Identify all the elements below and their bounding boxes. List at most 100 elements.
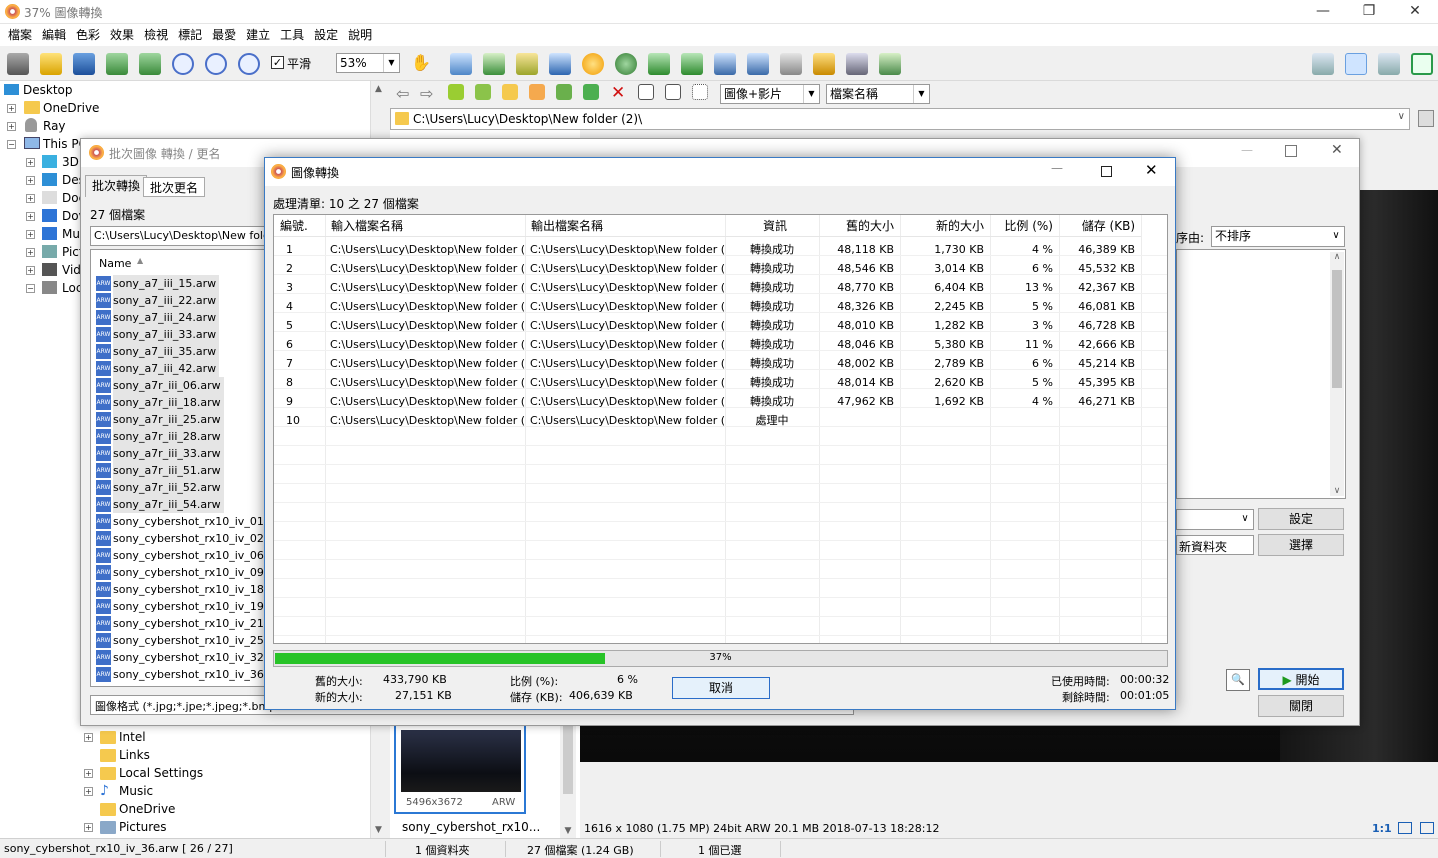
back-icon[interactable]: ⇦ <box>396 84 409 103</box>
print-icon[interactable] <box>846 53 868 75</box>
expand-toggle[interactable]: + <box>26 194 35 203</box>
smooth-checkbox[interactable]: ✓ <box>271 56 284 69</box>
maximize-button[interactable] <box>1285 145 1297 157</box>
menu-item-7[interactable]: 建立 <box>241 24 275 46</box>
zoom-ratio[interactable]: 1:1 <box>1372 822 1392 835</box>
close-button[interactable]: ✕ <box>1331 142 1343 158</box>
fullscreen-small-icon[interactable] <box>1420 822 1434 834</box>
up-folder-icon[interactable] <box>448 84 464 100</box>
grid-column-header[interactable]: 新的大小 <box>900 215 990 237</box>
output-folder-field[interactable]: 新資料夾 <box>1176 535 1254 555</box>
expand-toggle[interactable]: + <box>26 230 35 239</box>
tree-item[interactable]: Links <box>119 746 150 764</box>
file-list-item[interactable]: sony_a7_iii_15.arw <box>113 275 220 292</box>
thumbnail-item[interactable]: 5496x3672 ARW <box>394 724 526 814</box>
tree-item-ray[interactable]: Ray <box>43 117 66 135</box>
view-thumbs-icon[interactable] <box>1312 53 1334 75</box>
expand-toggle[interactable]: + <box>26 176 35 185</box>
conversion-grid[interactable]: 編號. 輸入檔案名稱 輸出檔案名稱 資訊 舊的大小 新的大小 比例 (%) 儲存 (KB) 1 C… <box>273 214 1168 644</box>
name-column-header[interactable]: Name <box>99 257 131 270</box>
minimize-button[interactable]: — <box>1300 0 1346 24</box>
file-list-item[interactable]: sony_a7r_iii_18.arw <box>113 394 224 411</box>
cancel-button[interactable]: 取消 <box>672 677 770 699</box>
file-list-item[interactable]: sony_cybershot_rx10_iv_19.ar <box>113 598 267 615</box>
grid-column-header[interactable]: 編號. <box>274 215 325 237</box>
expand-toggle[interactable]: − <box>26 284 35 293</box>
file-list-item[interactable]: sony_a7r_iii_25.arw <box>113 411 224 428</box>
grid-column-header[interactable]: 輸入檔案名稱 <box>325 215 525 237</box>
expand-toggle[interactable]: + <box>84 823 93 832</box>
close-button[interactable]: ✕ <box>1392 0 1438 24</box>
scanner-icon[interactable] <box>780 53 802 75</box>
favorite-folder-icon[interactable] <box>529 84 545 100</box>
stamp-icon[interactable] <box>615 53 637 75</box>
tree-item-desktop[interactable]: Desktop <box>4 81 73 99</box>
minimize-button[interactable]: — <box>1241 143 1253 157</box>
grid-column-header[interactable]: 比例 (%) <box>990 215 1059 237</box>
zoom-out-icon[interactable] <box>205 53 227 75</box>
resize-icon[interactable] <box>483 53 505 75</box>
expand-toggle[interactable]: + <box>26 248 35 257</box>
file-list-item[interactable]: sony_a7r_iii_51.arw <box>113 462 224 479</box>
fullscreen-icon[interactable] <box>1411 53 1433 75</box>
file-list-item[interactable]: sony_a7r_iii_52.arw <box>113 479 224 496</box>
sort-order-select[interactable]: 不排序 ∨ <box>1211 226 1345 247</box>
copy-to-icon[interactable] <box>556 84 572 100</box>
zoom-in-icon[interactable] <box>172 53 194 75</box>
refresh-icon[interactable] <box>475 84 491 100</box>
menu-item-3[interactable]: 效果 <box>105 24 139 46</box>
expand-toggle[interactable]: + <box>26 158 35 167</box>
tree-item[interactable]: OneDrive <box>119 800 175 818</box>
file-list-item[interactable]: sony_a7r_iii_54.arw <box>113 496 224 513</box>
options-scrollbar[interactable]: ∧ ∨ <box>1330 252 1344 496</box>
choose-button[interactable]: 選擇 <box>1258 534 1344 556</box>
menu-item-2[interactable]: 色彩 <box>71 24 105 46</box>
menu-item-4[interactable]: 檢視 <box>139 24 173 46</box>
file-list-item[interactable]: sony_cybershot_rx10_iv_32.ar <box>113 649 267 666</box>
new-folder-icon[interactable] <box>502 84 518 100</box>
file-list-item[interactable]: sony_cybershot_rx10_iv_18.ar <box>113 581 267 598</box>
restore-button[interactable]: ❐ <box>1346 0 1392 24</box>
view-mode-select[interactable]: 圖像+影片 ▼ <box>720 84 820 104</box>
settings-button[interactable]: 設定 <box>1258 508 1344 530</box>
file-list-item[interactable]: sony_cybershot_rx10_iv_36.ar <box>113 666 267 683</box>
file-list-item[interactable]: sony_cybershot_rx10_iv_06.ar <box>113 547 267 564</box>
tree-item[interactable]: 3D <box>62 153 79 171</box>
address-bar[interactable]: C:\Users\Lucy\Desktop\New folder (2)\ ∨ <box>390 108 1410 130</box>
tree-item[interactable]: Music <box>119 782 153 800</box>
color-balance-icon[interactable] <box>549 53 571 75</box>
expand-toggle[interactable]: + <box>7 104 16 113</box>
grid-column-header[interactable]: 資訊 <box>725 215 819 237</box>
save-icon[interactable] <box>73 53 95 75</box>
flip-icon[interactable] <box>714 53 736 75</box>
forward-icon[interactable]: ⇨ <box>420 84 433 103</box>
tree-item[interactable]: Mu <box>62 225 80 243</box>
crop-icon[interactable] <box>450 53 472 75</box>
file-list-item[interactable]: sony_a7_iii_42.arw <box>113 360 220 377</box>
grid-column-header[interactable]: 輸出檔案名稱 <box>525 215 725 237</box>
file-list-item[interactable]: sony_a7r_iii_28.arw <box>113 428 224 445</box>
menu-item-0[interactable]: 檔案 <box>3 24 37 46</box>
expand-toggle[interactable]: + <box>7 122 16 131</box>
file-list-item[interactable]: sony_cybershot_rx10_iv_25.ar <box>113 632 267 649</box>
start-button[interactable]: ▶ 開始 <box>1258 668 1344 690</box>
file-list-item[interactable]: sony_a7_iii_22.arw <box>113 292 220 309</box>
settings-icon[interactable] <box>879 53 901 75</box>
batch-path[interactable]: C:\Users\Lucy\Desktop\New folder <box>90 226 268 246</box>
view-image-icon[interactable] <box>1378 53 1400 75</box>
menu-item-6[interactable]: 最愛 <box>207 24 241 46</box>
menu-item-9[interactable]: 設定 <box>309 24 343 46</box>
tree-item[interactable]: Vid <box>62 261 81 279</box>
expand-toggle[interactable]: + <box>26 212 35 221</box>
trash-icon[interactable] <box>1418 110 1434 127</box>
prev-icon[interactable] <box>106 53 128 75</box>
grid-view-icon[interactable] <box>638 84 654 100</box>
tab-batch-convert[interactable]: 批次轉換 <box>85 175 148 197</box>
rotate-left-icon[interactable] <box>648 53 670 75</box>
view-preview-icon[interactable] <box>1345 53 1367 75</box>
file-list-item[interactable]: sony_a7r_iii_06.arw <box>113 377 224 394</box>
batch-options-list[interactable]: ∧ ∨ <box>1176 249 1346 499</box>
chevron-down-icon[interactable]: ∨ <box>1398 111 1405 122</box>
collapse-toggle[interactable]: − <box>7 140 16 149</box>
menu-item-1[interactable]: 編輯 <box>37 24 71 46</box>
